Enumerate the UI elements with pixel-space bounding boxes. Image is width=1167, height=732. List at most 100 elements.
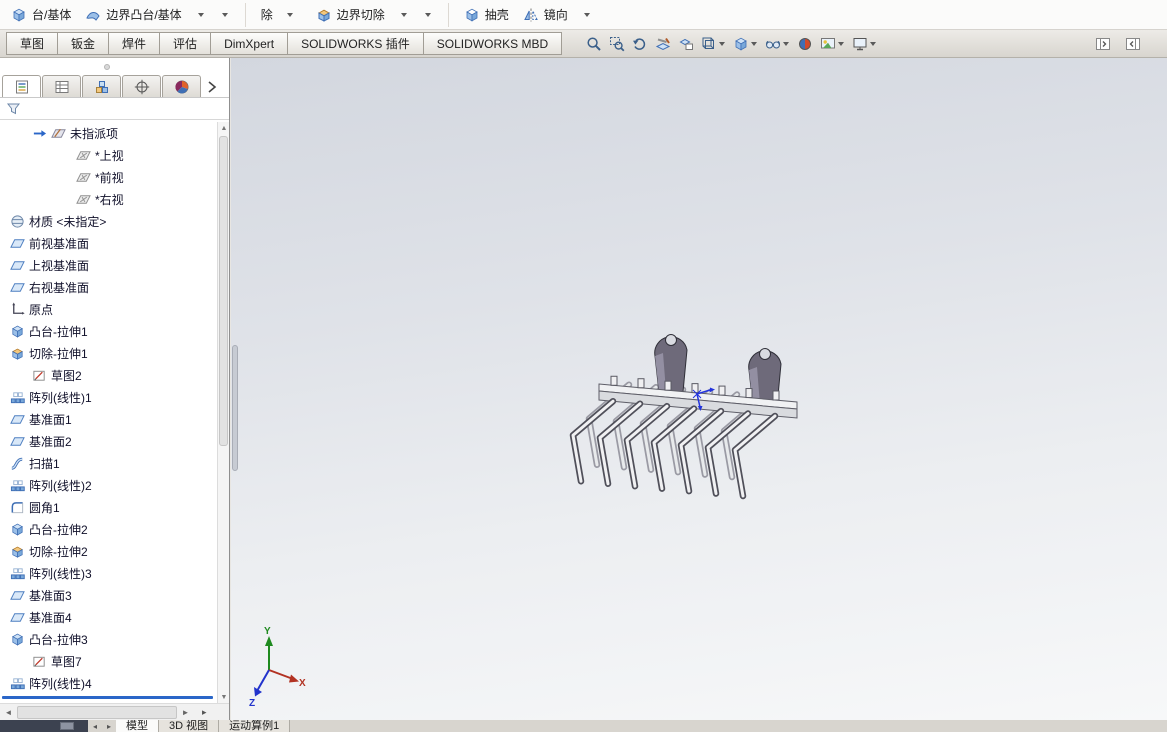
document-tab[interactable]: 模型 xyxy=(116,720,159,732)
headsup-button[interactable] xyxy=(606,32,628,56)
graphics-area[interactable]: Y X Z xyxy=(231,58,1167,720)
dropdown-caret-icon[interactable] xyxy=(719,41,726,46)
headsup-button[interactable] xyxy=(762,32,793,56)
tree-item-label: 阵列(线性)4 xyxy=(29,676,92,691)
ribbon-button[interactable]: 台/基体 xyxy=(4,3,78,26)
model-3d-rake-part[interactable]: Y X Z xyxy=(231,58,1167,720)
panel-splitter-strip[interactable] xyxy=(0,58,229,74)
headsup-button[interactable] xyxy=(629,32,651,56)
dimxpert-manager-tab[interactable] xyxy=(122,75,161,97)
linear-pattern-icon xyxy=(10,676,25,691)
chevron-right-icon xyxy=(204,79,220,95)
tree-item[interactable]: 凸台-拉伸3 xyxy=(0,628,217,650)
tree-item[interactable]: 阵列(线性)3 xyxy=(0,562,217,584)
manager-tab-expand-button[interactable] xyxy=(203,77,221,97)
dropdown-caret-icon[interactable] xyxy=(197,12,204,17)
tree-item[interactable]: 阵列(线性)4 xyxy=(0,672,217,694)
tree-item[interactable]: 基准面3 xyxy=(0,584,217,606)
pane-toggle-button[interactable] xyxy=(1123,34,1143,54)
configuration-manager-tab[interactable] xyxy=(82,75,121,97)
tree-vertical-scrollbar[interactable]: ▲ ▼ xyxy=(217,122,229,703)
tree-item[interactable]: 切除-拉伸1 xyxy=(0,342,217,364)
ribbon-button[interactable]: 边界凸台/基体 xyxy=(78,3,188,26)
tab-scroll-left-icon[interactable]: ◂ xyxy=(88,720,102,732)
tree-item[interactable]: 圆角1 xyxy=(0,496,217,518)
feature-manager-tab[interactable] xyxy=(2,75,41,97)
tree-item[interactable]: 基准面4 xyxy=(0,606,217,628)
headsup-button[interactable] xyxy=(698,32,729,56)
tree-item[interactable]: 阵列(线性)2 xyxy=(0,474,217,496)
tab-scroll-right-icon[interactable]: ▸ xyxy=(102,720,116,732)
cut-extrude-icon xyxy=(10,544,25,559)
tree-item[interactable]: 扫描1 xyxy=(0,452,217,474)
scroll-up-icon[interactable]: ▲ xyxy=(218,122,229,134)
property-manager-tab[interactable] xyxy=(42,75,81,97)
command-tab[interactable]: 评估 xyxy=(159,32,212,55)
horizontal-scroll-thumb[interactable] xyxy=(17,705,177,719)
scroll-left-icon[interactable]: ◄ xyxy=(0,704,17,720)
tree-item[interactable]: *上视 xyxy=(0,144,217,166)
tree-item[interactable]: 凸台-拉伸2 xyxy=(0,518,217,540)
tree-item[interactable]: 切除-拉伸2 xyxy=(0,540,217,562)
tree-item[interactable]: 阵列(线性)1 xyxy=(0,386,217,408)
dropdown-caret-icon[interactable] xyxy=(424,12,431,17)
document-tab[interactable]: 3D 视图 xyxy=(159,720,220,732)
boundary-cut-icon xyxy=(316,7,332,23)
ribbon-button[interactable]: 镜向 xyxy=(516,3,575,26)
tree-item[interactable]: 上视基准面 xyxy=(0,254,217,276)
panel-flyout-arrow-icon[interactable]: ▸ xyxy=(202,707,207,718)
command-tab[interactable]: 钣金 xyxy=(57,32,110,55)
ribbon-button[interactable]: 抽壳 xyxy=(457,3,516,26)
tree-item[interactable]: 原点 xyxy=(0,298,217,320)
document-tab[interactable]: 运动算例1 xyxy=(219,720,291,732)
headsup-button[interactable] xyxy=(675,32,697,56)
tree-item[interactable]: 基准面2 xyxy=(0,430,217,452)
headsup-button[interactable] xyxy=(817,32,848,56)
scroll-down-icon[interactable]: ▼ xyxy=(218,691,229,703)
tree-item[interactable]: 草图7 xyxy=(0,650,217,672)
dropdown-caret-icon[interactable] xyxy=(286,12,293,17)
scroll-right-icon[interactable]: ► xyxy=(177,704,194,720)
dropdown-caret-icon[interactable] xyxy=(400,12,407,17)
dropdown-caret-icon[interactable] xyxy=(870,41,877,46)
tree-item[interactable]: *右视 xyxy=(0,188,217,210)
dropdown-caret-icon[interactable] xyxy=(838,41,845,46)
tree-item[interactable]: *前视 xyxy=(0,166,217,188)
tree-item-label: 凸台-拉伸2 xyxy=(29,522,88,537)
previous-view-icon xyxy=(632,36,648,52)
tree-horizontal-scrollbar[interactable]: ◄ ► ▸ xyxy=(0,703,229,720)
ribbon-button[interactable]: 除 xyxy=(254,3,309,26)
command-tab[interactable]: DimXpert xyxy=(210,32,289,55)
ribbon: 台/基体 边界凸台/基体 除 边界切除 抽壳 镜向 xyxy=(0,0,1167,30)
vertical-scroll-thumb[interactable] xyxy=(219,136,228,446)
command-tab[interactable]: 草图 xyxy=(6,32,59,55)
command-tab[interactable]: 焊件 xyxy=(108,32,161,55)
rollback-bar[interactable] xyxy=(2,696,213,699)
tree-item[interactable]: 材质 <未指定> xyxy=(0,210,217,232)
headsup-button[interactable] xyxy=(849,32,880,56)
tree-item[interactable]: 前视基准面 xyxy=(0,232,217,254)
dropdown-caret-icon[interactable] xyxy=(783,41,790,46)
command-tab[interactable]: SOLIDWORKS 插件 xyxy=(287,32,424,55)
headsup-button[interactable] xyxy=(652,32,674,56)
display-manager-tab[interactable] xyxy=(162,75,201,97)
mirror-icon xyxy=(523,7,539,23)
linear-pattern-icon xyxy=(10,478,25,493)
dropdown-caret-icon[interactable] xyxy=(221,12,228,17)
ribbon-button[interactable]: 边界切除 xyxy=(309,3,392,26)
command-tab[interactable]: SOLIDWORKS MBD xyxy=(422,32,563,55)
tree-item-label: 基准面3 xyxy=(29,588,72,603)
viewport-splitter-handle[interactable] xyxy=(232,345,238,471)
dropdown-caret-icon[interactable] xyxy=(583,12,590,17)
headsup-button[interactable] xyxy=(730,32,761,56)
tree-filter-row[interactable] xyxy=(0,98,229,120)
pane-toggle-button[interactable] xyxy=(1093,34,1113,54)
headsup-button[interactable] xyxy=(794,32,816,56)
tree-item[interactable]: 凸台-拉伸1 xyxy=(0,320,217,342)
tree-item[interactable]: 右视基准面 xyxy=(0,276,217,298)
headsup-button[interactable] xyxy=(583,32,605,56)
tree-item[interactable]: 未指派项 xyxy=(0,122,217,144)
tree-item[interactable]: 草图2 xyxy=(0,364,217,386)
dropdown-caret-icon[interactable] xyxy=(751,41,758,46)
tree-item[interactable]: 基准面1 xyxy=(0,408,217,430)
